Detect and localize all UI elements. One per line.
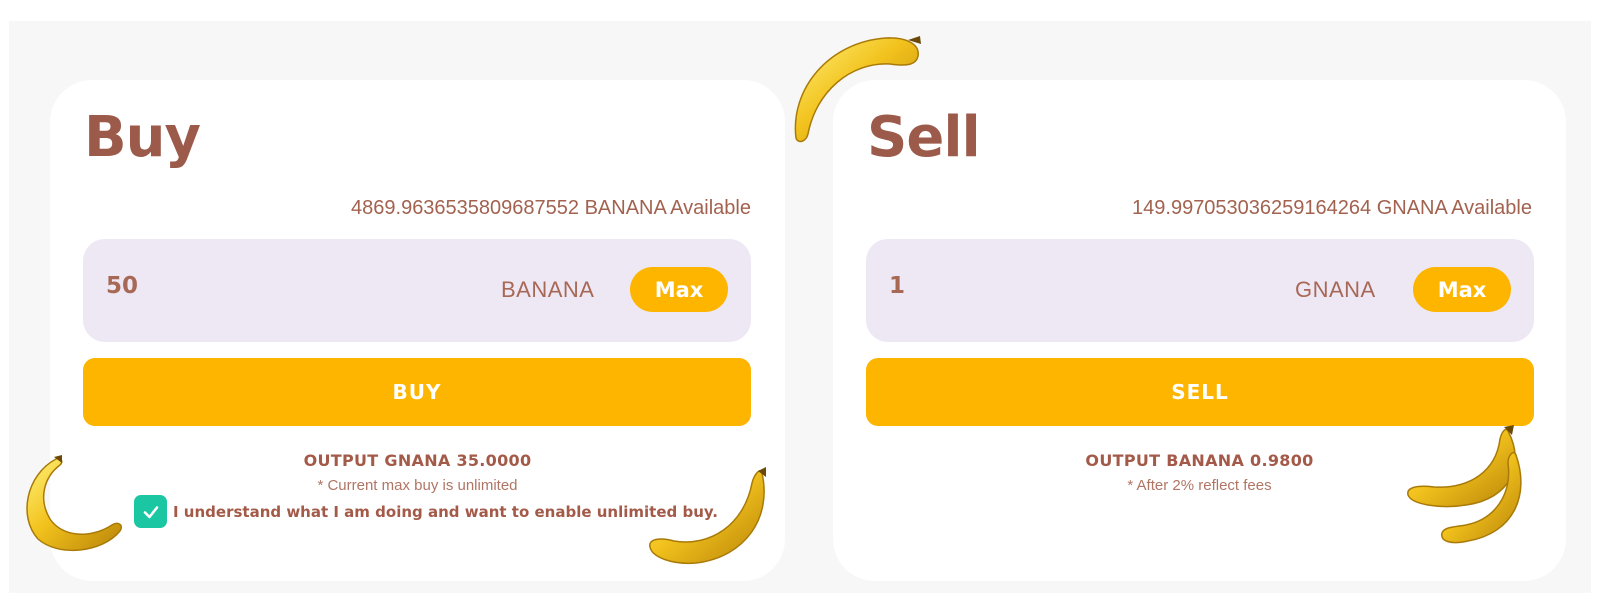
buy-button[interactable]: BUY [83,358,751,426]
banana-bunch-icon [1407,425,1522,544]
buy-max-button[interactable]: Max [630,267,728,312]
unlimited-buy-checkbox[interactable] [134,495,167,528]
buy-amount-input[interactable] [106,273,406,299]
check-icon [143,505,158,518]
banana-icon [794,36,921,143]
sell-token-label: GNANA [1295,277,1376,302]
sell-button[interactable]: SELL [866,358,1534,426]
sell-available-balance: 149.997053036259164264 GNANA Available [1132,197,1532,219]
sell-amount-input[interactable] [889,273,1189,299]
unlimited-buy-label: I understand what I am doing and want to… [173,502,718,521]
banana-icon [26,455,123,552]
sell-amount-field: GNANA Max [866,239,1534,342]
buy-amount-field: BANANA Max [83,239,751,342]
banana-icon [649,467,766,565]
sell-max-button[interactable]: Max [1413,267,1511,312]
buy-title: Buy [84,105,201,170]
buy-available-balance: 4869.9636535809687552 BANANA Available [351,197,751,219]
unlimited-buy-confirm: I understand what I am doing and want to… [134,495,718,528]
buy-token-label: BANANA [501,277,595,302]
